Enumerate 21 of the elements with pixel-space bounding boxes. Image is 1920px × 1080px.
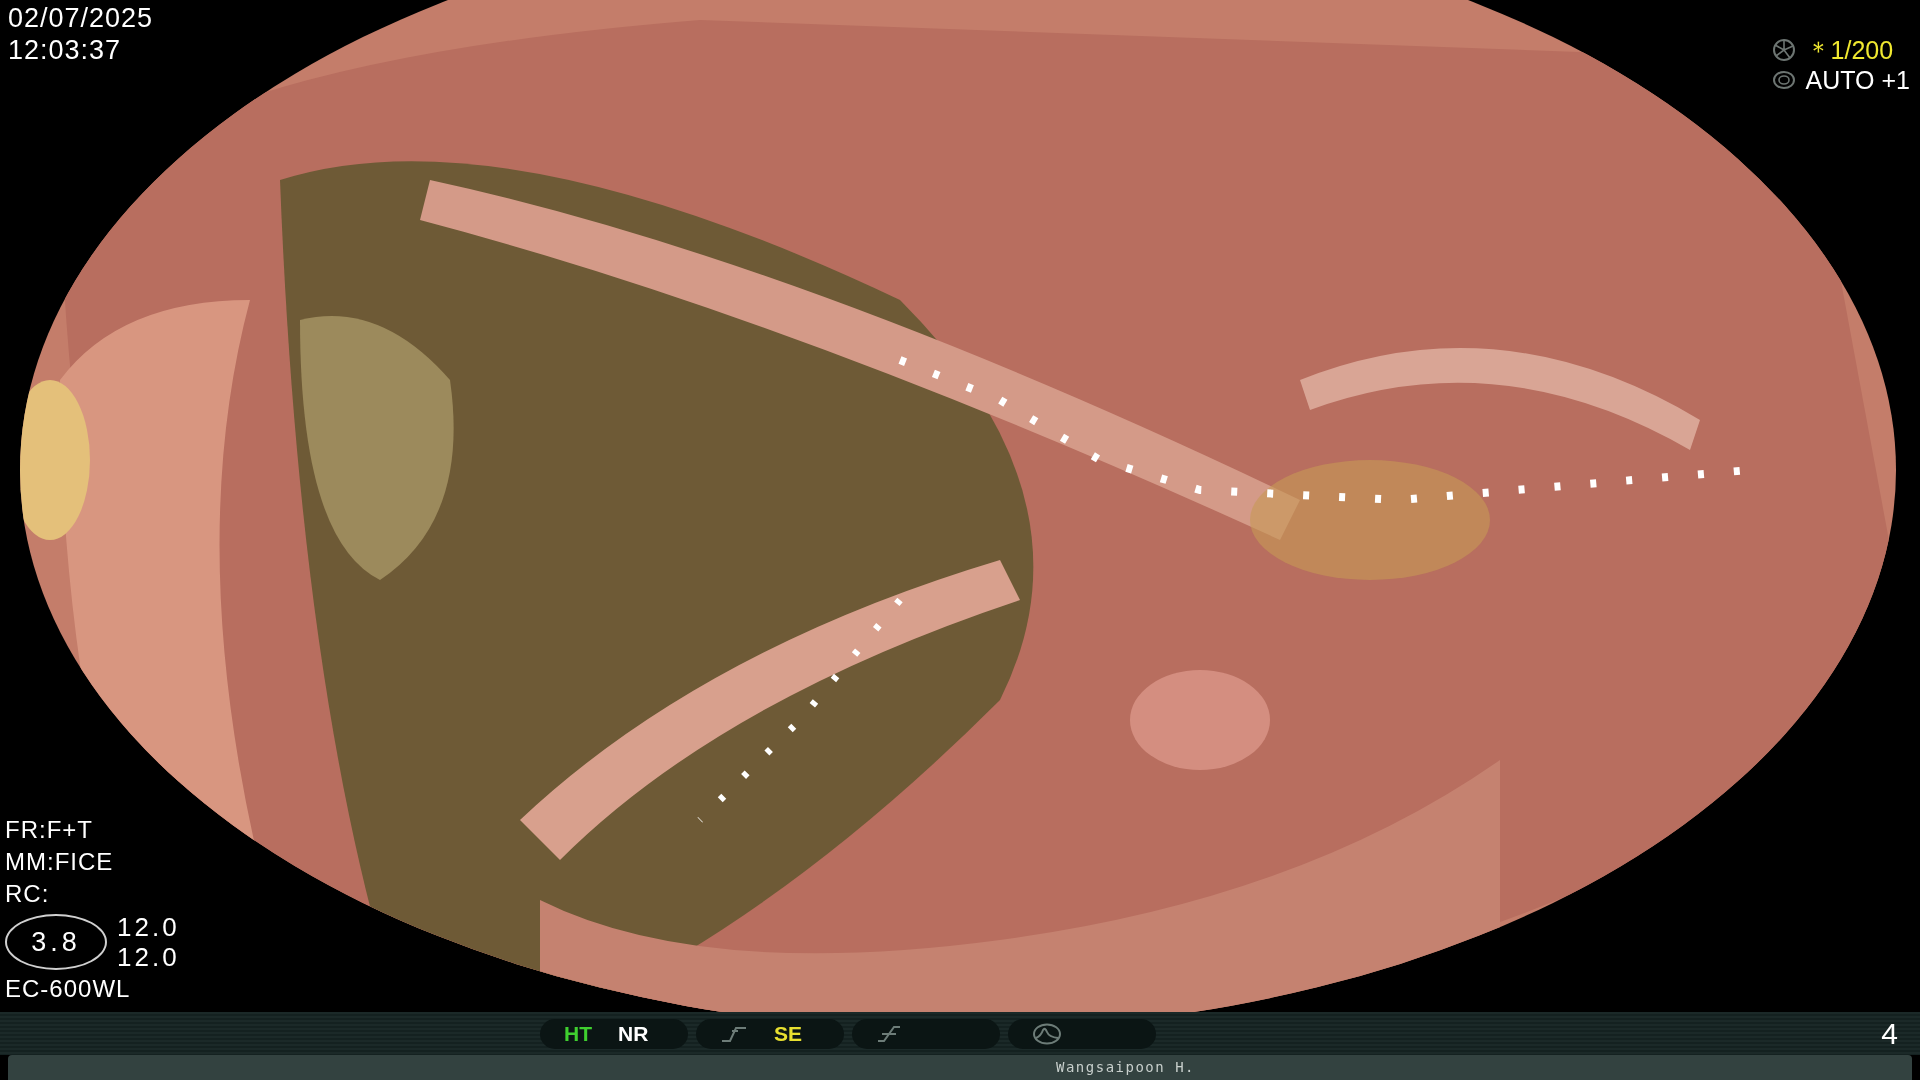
setting-text: FR:F+T (5, 815, 94, 845)
indicator-label: HT (564, 1020, 592, 1047)
scope-model-text: EC-600WL (5, 974, 132, 1004)
iris-setting-text: AUTO +1 (1805, 66, 1910, 94)
zoom-reading: 12.0 (117, 912, 180, 942)
curve-icon (720, 1024, 748, 1043)
iris-icon (1771, 70, 1796, 90)
date-text: 02/07/2025 (8, 2, 154, 34)
aperture-icon (1771, 39, 1796, 61)
zoom-reading: 12.0 (117, 942, 180, 972)
slash-icon (876, 1024, 902, 1043)
image-count: 4 (1881, 1016, 1898, 1052)
shutter-speed-text: ＊1/200 (1805, 36, 1894, 64)
wave-icon (1032, 1022, 1062, 1045)
indicator-label: NR (618, 1020, 649, 1047)
setting-text: MM:FICE (5, 847, 115, 877)
zoom-value: 3.8 (5, 914, 107, 970)
patient-name: Wangsaipoon H. (1056, 1058, 1195, 1077)
setting-text: RC: (5, 879, 51, 909)
indicator-label: SE (774, 1020, 802, 1047)
time-text: 12:03:37 (8, 34, 123, 66)
